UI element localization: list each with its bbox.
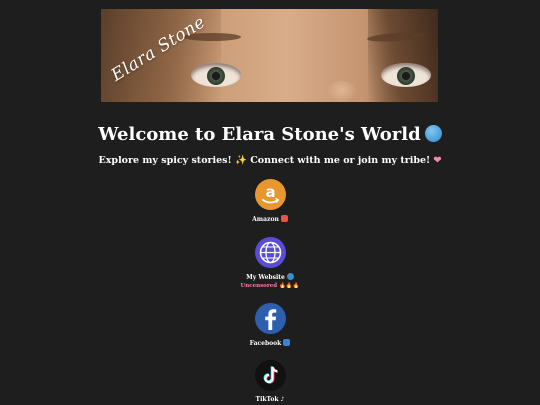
heart-icon: ❤ xyxy=(433,155,442,166)
facebook-icon xyxy=(254,303,286,334)
page: Elara Stone Welcome to Elara Stone's Wor… xyxy=(0,0,540,405)
facebook-icon-glyph xyxy=(264,309,276,330)
banner-hair-right xyxy=(368,9,438,102)
tiktok-icon-glyph xyxy=(263,366,278,384)
books-icon xyxy=(280,215,288,222)
amazon-icon: a xyxy=(254,179,286,210)
subtitle-rest: Connect with me or join my tribe! xyxy=(250,155,431,166)
link-tiktok-label: TikTok ♪ xyxy=(255,396,285,403)
banner-iris-right xyxy=(397,67,415,85)
music-note-icon: ♪ xyxy=(280,396,285,403)
banner-iris-left xyxy=(207,67,225,85)
blue-book-icon xyxy=(283,339,291,346)
amazon-icon-glyph: a xyxy=(261,183,279,204)
globe-emoji-icon xyxy=(424,125,442,142)
page-subtitle: Explore my spicy stories! ✨ Connect with… xyxy=(0,155,540,166)
subtitle-main: Explore my spicy stories! xyxy=(98,155,232,166)
link-facebook-label: Facebook xyxy=(220,339,320,347)
banner-eye-left xyxy=(191,63,241,87)
link-tiktok[interactable]: TikTok ♪ xyxy=(220,360,320,403)
globe-emoji-small-icon xyxy=(286,273,294,280)
page-title: Welcome to Elara Stone's World xyxy=(0,124,540,145)
sparkles-icon: ✨ xyxy=(235,155,247,166)
link-website-note: Uncensored 🔥🔥🔥 xyxy=(240,283,300,289)
globe-icon xyxy=(254,237,286,268)
link-website[interactable]: My Website Uncensored 🔥🔥🔥 xyxy=(220,237,320,289)
svg-text:a: a xyxy=(265,183,275,201)
link-website-label: My Website xyxy=(220,273,320,281)
link-facebook[interactable]: Facebook xyxy=(220,303,320,347)
banner-nose xyxy=(327,81,357,102)
page-title-text: Welcome to Elara Stone's World xyxy=(98,124,421,145)
tiktok-icon xyxy=(254,360,286,391)
globe-icon-glyph xyxy=(259,241,281,264)
header-banner-image: Elara Stone xyxy=(101,9,438,102)
link-amazon[interactable]: a Amazon xyxy=(220,179,320,223)
banner-eye-right xyxy=(381,63,431,87)
link-amazon-label: Amazon xyxy=(220,215,320,223)
